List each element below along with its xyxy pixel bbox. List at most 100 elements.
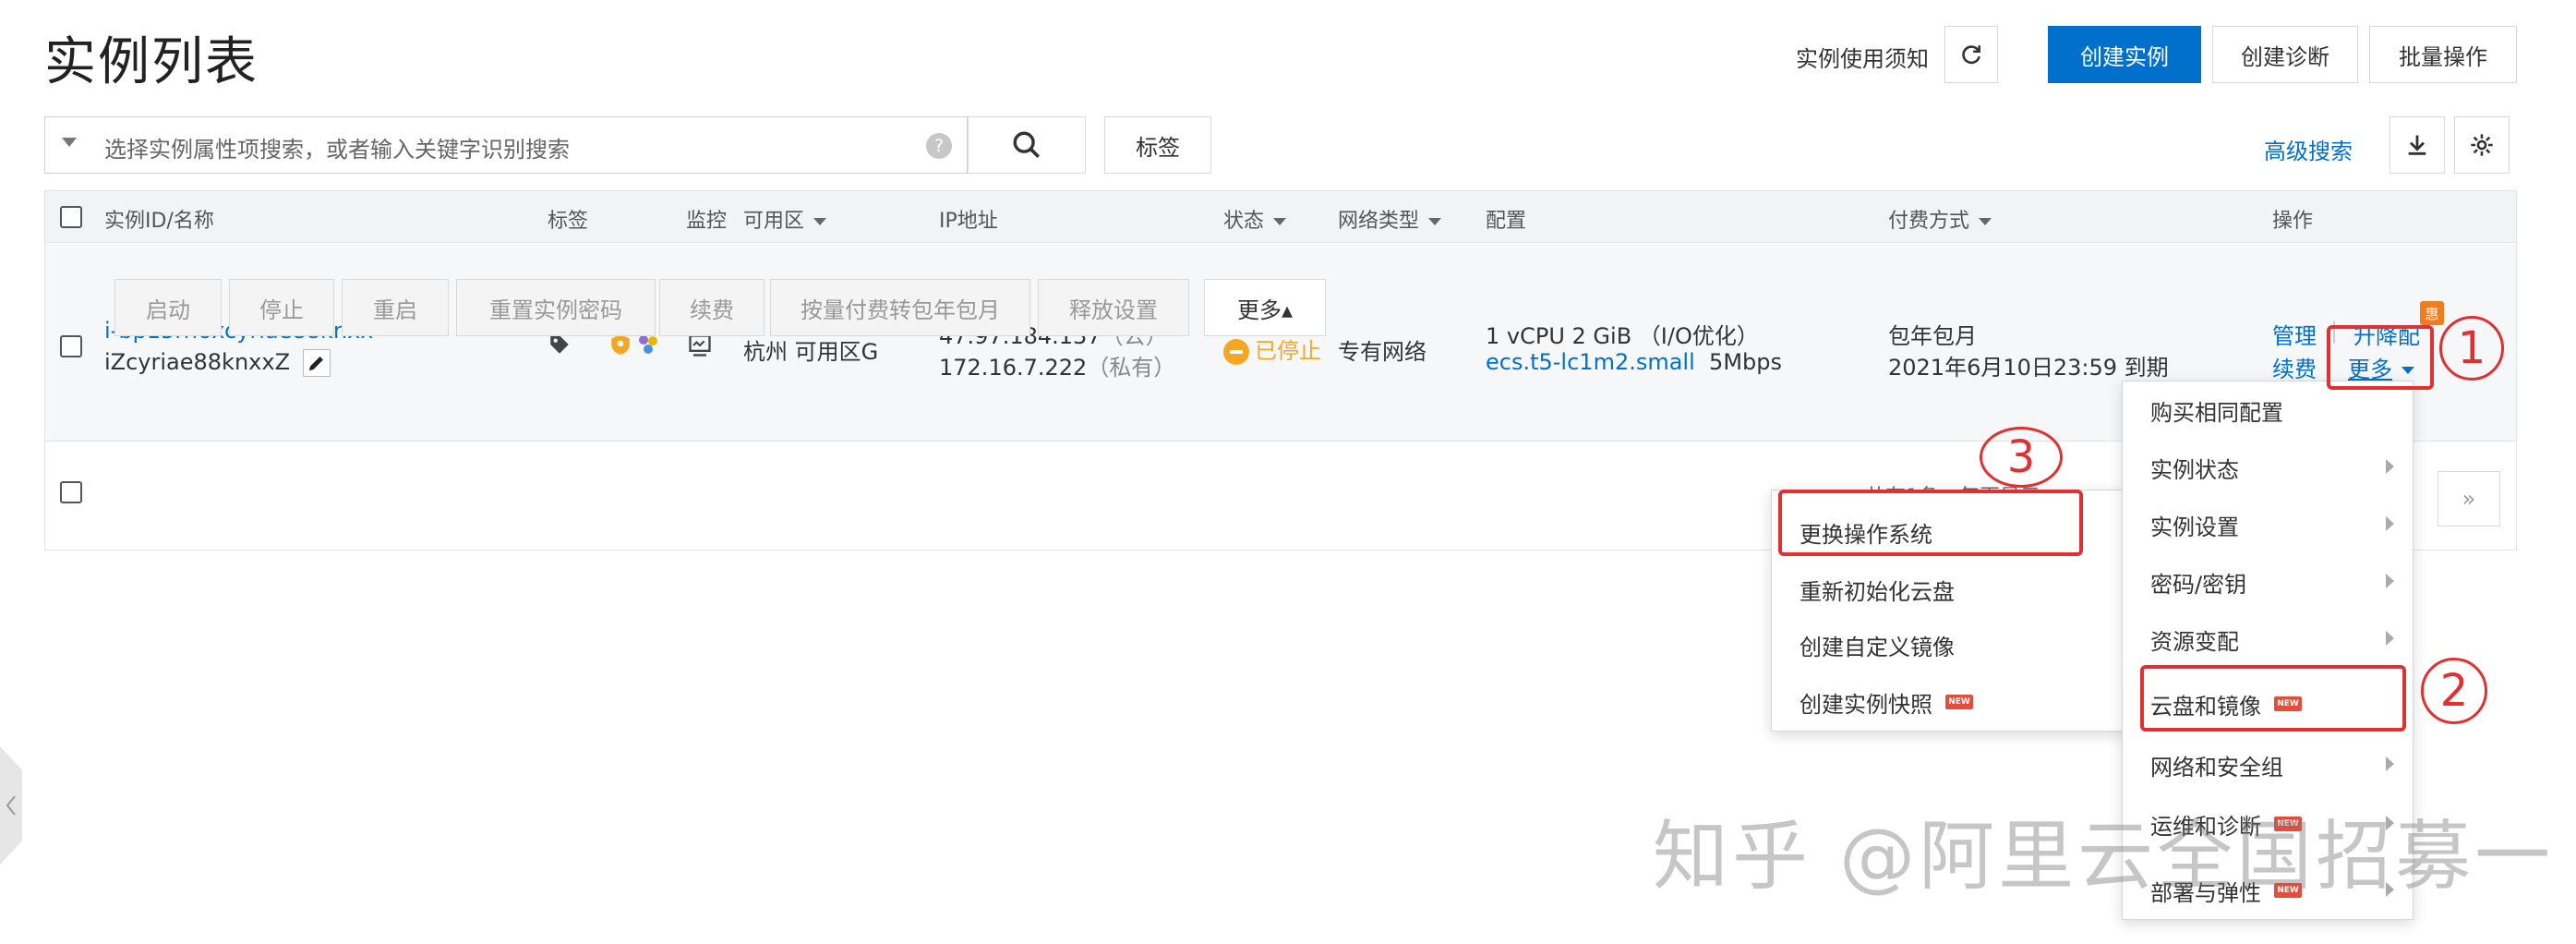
refresh-button[interactable]	[1944, 26, 1998, 83]
caret-down-icon	[1979, 218, 1992, 225]
annotation-box-change-os	[1778, 490, 2083, 556]
annotation-circle-3: 3	[1980, 427, 2063, 488]
gear-icon	[2471, 134, 2493, 156]
tag-icon[interactable]	[548, 333, 572, 362]
menu-item-password-key[interactable]: 密码/密钥	[2123, 553, 2413, 611]
edit-pencil-icon[interactable]	[302, 349, 331, 377]
menu-item-instance-status[interactable]: 实例状态	[2123, 439, 2413, 496]
col-zone[interactable]: 可用区	[743, 204, 827, 234]
watermark: 知乎 @阿里云全国招募一	[1653, 813, 2555, 901]
zone-value: 杭州 可用区G	[743, 339, 879, 365]
download-icon	[2408, 135, 2426, 155]
chevron-right-icon	[2386, 631, 2394, 646]
instance-status-label: 实例状态	[2150, 456, 2239, 483]
status-badge: 已停止	[1223, 333, 1321, 365]
col-billing[interactable]: 付费方式	[1888, 204, 1992, 234]
col-network-label: 网络类型	[1338, 210, 1420, 233]
menu-item-resource-change[interactable]: 资源变配	[2123, 611, 2413, 668]
stopped-icon	[1223, 339, 1249, 365]
batch-operations-button[interactable]: 批量操作	[2369, 26, 2517, 83]
annotation-circle-2: 2	[2421, 658, 2487, 724]
chevron-left-icon	[6, 795, 16, 816]
status-text: 已停止	[1255, 338, 1321, 364]
menu-item-reinit-disk[interactable]: 重新初始化云盘	[1772, 561, 2126, 618]
discount-badge: 惠	[2420, 301, 2444, 325]
search-button[interactable]	[968, 116, 1086, 174]
menu-item-create-snapshot[interactable]: 创建实例快照 NEW	[1772, 673, 2126, 731]
next-page-button[interactable]: »	[2438, 471, 2500, 526]
instance-type-link[interactable]: ecs.t5-lc1m2.small	[1486, 349, 1695, 375]
bulk-more-button[interactable]: 更多▴	[1204, 279, 1326, 336]
caret-down-icon	[1428, 218, 1442, 225]
col-status-label: 状态	[1223, 210, 1265, 233]
settings-button[interactable]	[2454, 116, 2510, 174]
caret-down-icon	[813, 218, 827, 225]
security-shield-icon[interactable]	[608, 333, 632, 362]
config-spec: 1 vCPU 2 GiB （I/O优化）	[1486, 323, 1759, 349]
export-button[interactable]	[2389, 116, 2445, 174]
help-icon[interactable]: ?	[926, 133, 952, 159]
col-ops: 操作	[2272, 210, 2314, 233]
create-diagnosis-button[interactable]: 创建诊断	[2212, 26, 2358, 83]
config-detail: ecs.t5-lc1m2.small 5Mbps	[1486, 349, 1782, 375]
ip-private-value: 172.16.7.222	[939, 355, 1088, 381]
col-status[interactable]: 状态	[1223, 204, 1287, 234]
refresh-icon	[1962, 45, 1980, 65]
network-security-label: 网络和安全组	[2150, 754, 2283, 781]
chevron-right-icon	[2386, 574, 2394, 588]
search-input[interactable]: 选择实例属性项搜索，或者输入关键字识别搜索 ?	[44, 116, 968, 174]
network-type: 专有网络	[1338, 339, 1426, 365]
convert-billing-button[interactable]: 按量付费转包年包月	[770, 279, 1030, 336]
start-button[interactable]: 启动	[114, 279, 222, 336]
caret-down-icon	[1273, 218, 1287, 225]
search-filter-dropdown-icon[interactable]	[62, 138, 77, 147]
resource-change-label: 资源变配	[2150, 628, 2239, 655]
renew-button[interactable]: 续费	[659, 279, 764, 336]
tag-filter-button[interactable]: 标签	[1104, 116, 1211, 174]
col-monitor: 监控	[686, 210, 728, 233]
instance-name-text: iZcyriae88knxxZ	[104, 349, 291, 375]
new-badge: NEW	[1945, 695, 1973, 709]
chevron-right-icon	[2386, 756, 2394, 771]
release-settings-button[interactable]: 释放设置	[1038, 279, 1189, 336]
col-zone-label: 可用区	[743, 210, 805, 233]
instance-settings-label: 实例设置	[2150, 514, 2239, 540]
bandwidth: 5Mbps	[1709, 349, 1782, 375]
manage-link[interactable]: 管理	[2272, 318, 2317, 350]
select-all-checkbox[interactable]	[60, 206, 82, 228]
chevron-right-icon	[2386, 516, 2394, 531]
reset-password-button[interactable]: 重置实例密码	[456, 279, 656, 336]
row-checkbox[interactable]	[60, 335, 82, 357]
annotation-circle-1: 1	[2439, 316, 2504, 381]
ip-private-tag: （私有）	[1087, 355, 1176, 381]
search-placeholder: 选择实例属性项搜索，或者输入关键字识别搜索	[104, 137, 570, 163]
advanced-search-link[interactable]: 高级搜索	[2264, 133, 2353, 165]
col-instance-id: 实例ID/名称	[104, 210, 214, 233]
col-network[interactable]: 网络类型	[1338, 204, 1442, 234]
create-instance-button[interactable]: 创建实例	[2048, 26, 2201, 83]
col-ip: IP地址	[939, 210, 998, 233]
page-title: 实例列表	[44, 32, 259, 92]
renew-link[interactable]: 续费	[2272, 351, 2317, 383]
annotation-box-more	[2327, 325, 2434, 390]
col-config: 配置	[1486, 210, 1527, 233]
restart-button[interactable]: 重启	[342, 279, 449, 336]
menu-item-create-image[interactable]: 创建自定义镜像	[1772, 616, 2126, 673]
menu-item-buy-same[interactable]: 购买相同配置	[2123, 381, 2413, 439]
ip-private: 172.16.7.222（私有）	[939, 349, 1175, 381]
billing-type: 包年包月	[1888, 323, 1977, 349]
search-icon	[1013, 131, 1041, 159]
snapshot-label: 创建实例快照	[1800, 691, 1932, 718]
col-billing-label: 付费方式	[1888, 210, 1970, 233]
stop-button[interactable]: 停止	[229, 279, 334, 336]
side-collapse-tab[interactable]	[0, 746, 22, 865]
password-key-label: 密码/密钥	[2150, 571, 2247, 598]
annotation-box-disk-image	[2140, 665, 2406, 732]
table-header: 实例ID/名称 标签 监控 可用区 IP地址 状态 网络类型 配置 付费方式 操…	[45, 191, 2516, 243]
monitor-icon[interactable]	[686, 333, 714, 364]
bulk-select-checkbox[interactable]	[60, 481, 82, 503]
instance-notice-link[interactable]: 实例使用须知	[1796, 41, 1929, 73]
menu-item-network-security[interactable]: 网络和安全组	[2123, 736, 2413, 793]
menu-item-instance-settings[interactable]: 实例设置	[2123, 496, 2413, 553]
instance-name: iZcyriae88knxxZ	[104, 349, 331, 377]
